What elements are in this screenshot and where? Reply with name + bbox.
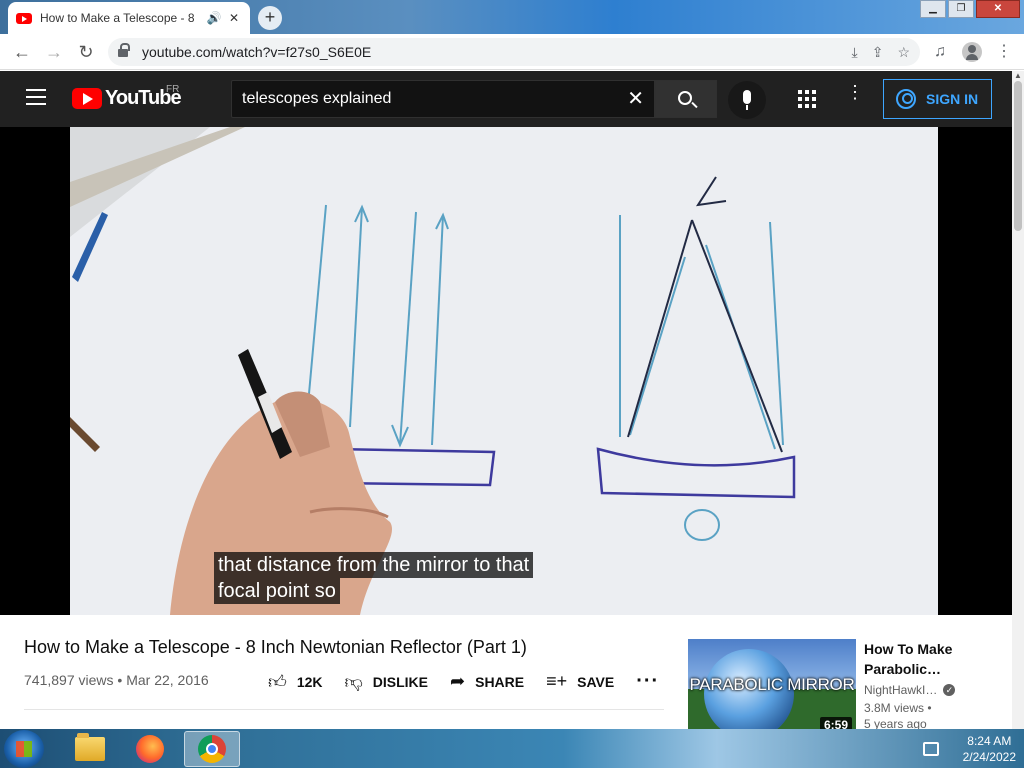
sign-in-label: SIGN IN — [926, 91, 979, 107]
like-button[interactable]: 👍︎ 12K — [268, 671, 323, 693]
dislike-icon: 👎︎ — [344, 671, 363, 692]
chrome-menu-icon[interactable]: ⋮ — [992, 40, 1016, 64]
clear-search-icon[interactable]: ✕ — [627, 89, 644, 109]
taskbar-chrome[interactable] — [184, 731, 240, 767]
lock-icon[interactable] — [118, 43, 130, 58]
reload-button[interactable]: ↻ — [74, 40, 98, 64]
save-button[interactable]: ≡+ SAVE — [546, 671, 614, 692]
clock-time: 8:24 AM — [967, 734, 1012, 748]
save-label: SAVE — [577, 673, 615, 690]
recommendation-title[interactable]: How To Make Parabolic… — [864, 639, 1004, 679]
browser-tab[interactable]: How to Make a Telescope - 8 🔊 ✕ — [8, 2, 250, 34]
network-icon[interactable] — [922, 742, 939, 756]
save-playlist-icon: ≡+ — [546, 671, 568, 691]
video-drawing: castle — [70, 127, 938, 615]
video-player[interactable]: castle that distance from the mirror to … — [0, 127, 1012, 615]
subtitle-block: that distance from the mirror to that fo… — [214, 552, 534, 604]
video-meta: 741,897 views • Mar 22, 2016 — [24, 672, 209, 688]
sign-in-button[interactable]: SIGN IN — [883, 79, 992, 119]
window-controls: ▁ ❐ ✕ — [918, 0, 1020, 18]
back-button[interactable]: ← — [10, 40, 34, 64]
windows-taskbar: 8:24 AM 2/24/2022 — [0, 729, 1024, 768]
youtube-header: YouTube FR telescopes explained ✕ ⋮ SIGN… — [0, 71, 1012, 127]
folder-icon — [75, 733, 105, 761]
dislike-label: DISLIKE — [372, 673, 429, 690]
page-scrollbar[interactable]: ▲ — [1012, 71, 1024, 730]
youtube-play-icon — [72, 88, 102, 109]
divider — [24, 709, 664, 710]
search-icon — [678, 91, 692, 105]
media-control-icon[interactable]: ♫ — [928, 40, 952, 64]
thumbnail-label: PARABOLIC MIRROR — [689, 675, 855, 694]
system-tray: 8:24 AM 2/24/2022 — [922, 733, 1016, 765]
url-text: youtube.com/watch?v=f27s0_S6E0E — [142, 44, 372, 60]
taskbar-firefox[interactable] — [122, 731, 178, 767]
firefox-icon — [136, 735, 164, 763]
clock[interactable]: 8:24 AM 2/24/2022 — [963, 733, 1016, 765]
publish-date: Mar 22, 2016 — [126, 672, 209, 688]
apps-icon[interactable] — [798, 90, 816, 108]
share-button[interactable]: ➦ SHARE — [450, 671, 524, 692]
restore-button[interactable]: ❐ — [948, 0, 974, 18]
scroll-up-icon[interactable]: ▲ — [1014, 71, 1022, 80]
video-details: How to Make a Telescope - 8 Inch Newtoni… — [0, 615, 1012, 733]
recommendation-channel[interactable]: NightHawkI… ✓ — [864, 683, 1004, 697]
browser-toolbar: ← → ↻ youtube.com/watch?v=f27s0_S6E0E ⤓ … — [0, 34, 1024, 70]
star-icon[interactable]: ☆ — [897, 44, 910, 61]
chrome-icon — [198, 735, 226, 763]
clock-date: 2/24/2022 — [962, 750, 1016, 764]
like-count: 12K — [296, 673, 323, 690]
share-icon[interactable]: ⇪ — [872, 44, 884, 61]
subtitle-line-2: focal point so — [214, 578, 340, 604]
youtube-logo[interactable]: YouTube FR — [72, 84, 182, 110]
minimize-button[interactable]: ▁ — [920, 0, 946, 18]
video-frame[interactable]: castle — [70, 127, 938, 615]
verified-icon: ✓ — [943, 684, 956, 696]
user-circle-icon — [896, 89, 916, 109]
profile-icon[interactable] — [962, 42, 982, 62]
search-value: telescopes explained — [242, 90, 392, 107]
scrollbar-thumb[interactable] — [1014, 81, 1022, 231]
settings-more-icon[interactable]: ⋮ — [846, 83, 864, 101]
voice-search-button[interactable] — [728, 81, 766, 119]
tab-close-icon[interactable]: ✕ — [226, 11, 242, 25]
install-icon[interactable]: ⤓ — [852, 44, 858, 61]
mic-icon — [743, 90, 751, 110]
new-tab-button[interactable]: + — [258, 6, 282, 30]
speaker-icon[interactable]: 🔊 — [206, 11, 222, 25]
recommendation-views: 3.8M views • — [864, 701, 932, 715]
window-close-button[interactable]: ✕ — [976, 0, 1020, 18]
video-title: How to Make a Telescope - 8 Inch Newtoni… — [24, 637, 527, 657]
menu-icon[interactable] — [26, 89, 46, 105]
taskbar-explorer[interactable] — [62, 731, 118, 767]
share-label: SHARE — [475, 673, 525, 690]
youtube-favicon-icon — [16, 12, 32, 24]
recommendation-info[interactable]: How To Make Parabolic… NightHawkI… ✓ 3.8… — [864, 639, 1004, 731]
search-button[interactable] — [655, 80, 717, 118]
forward-button[interactable]: → — [42, 40, 66, 64]
address-bar[interactable]: youtube.com/watch?v=f27s0_S6E0E ⤓ ⇪ ☆ — [108, 38, 920, 66]
view-count: 741,897 views — [24, 672, 114, 688]
recommendation-thumbnail[interactable]: PARABOLIC MIRROR 6:59 — [688, 639, 856, 733]
region-code: FR — [166, 84, 180, 95]
dislike-button[interactable]: 👎︎ DISLIKE — [345, 671, 429, 693]
video-actions: 👍︎ 12K 👎︎ DISLIKE ➦ SHARE ≡+ SAVE ··· — [268, 670, 681, 693]
subtitle-line-1: that distance from the mirror to that — [214, 552, 534, 578]
share-arrow-icon: ➦ — [450, 671, 466, 691]
like-icon: 👍︎ — [268, 671, 287, 692]
browser-titlebar: How to Make a Telescope - 8 🔊 ✕ + ▁ ❐ ✕ — [0, 0, 1024, 34]
tab-title: How to Make a Telescope - 8 — [40, 11, 195, 25]
search-input[interactable]: telescopes explained ✕ — [231, 80, 655, 118]
more-actions-icon[interactable]: ··· — [636, 670, 659, 693]
start-button[interactable] — [4, 730, 44, 768]
